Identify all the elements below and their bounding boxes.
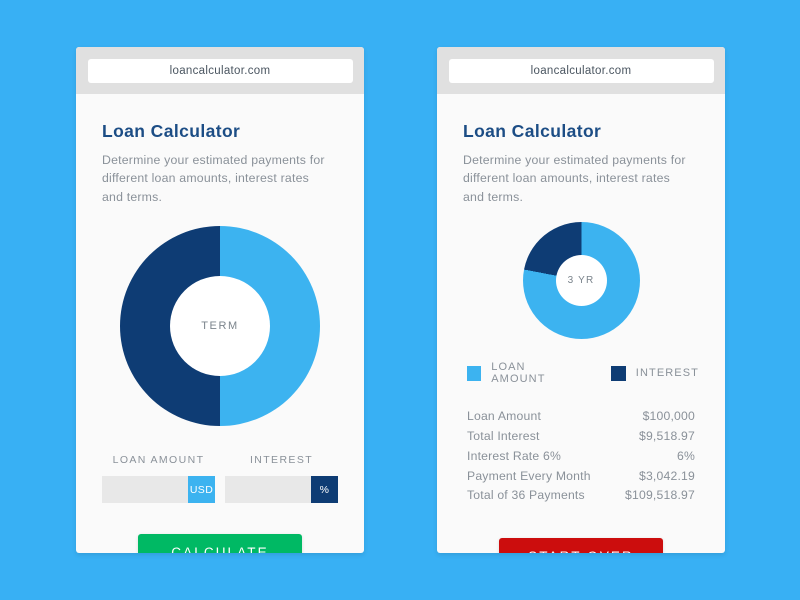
loan-amount-currency-badge: USD — [188, 476, 215, 504]
url-text: loancalculator.com — [169, 64, 271, 77]
interest-input[interactable] — [225, 482, 311, 497]
phone-card-results: loancalculator.com Loan Calculator Deter… — [437, 47, 725, 553]
loan-input-fields: LOAN AMOUNT USD INTEREST % — [102, 454, 338, 504]
loan-amount-field-group: LOAN AMOUNT USD — [102, 454, 215, 504]
result-value: $109,518.97 — [625, 488, 695, 503]
result-label: Payment Every Month — [467, 468, 591, 483]
loan-amount-label: LOAN AMOUNT — [112, 454, 205, 467]
result-label: Total of 36 Payments — [467, 488, 585, 503]
browser-chrome-right: loancalculator.com — [437, 47, 725, 94]
legend-label-loan-amount: LOAN AMOUNT — [491, 361, 546, 386]
result-value: $9,518.97 — [638, 429, 695, 444]
legend-item-interest: INTEREST — [610, 361, 699, 385]
donut-center-label-term-years: 3 YR — [555, 255, 607, 307]
table-row: Payment Every Month $3,042.19 — [467, 467, 695, 487]
legend-label-interest: INTEREST — [635, 367, 699, 380]
calculate-button[interactable]: CALCULATE — [138, 534, 302, 553]
donut-center-label-term: TERM — [170, 276, 270, 377]
result-donut-chart-container: 3 YR — [463, 222, 699, 340]
app-content-left: Loan Calculator Determine your estimated… — [76, 94, 364, 553]
term-donut-chart-container: TERM — [102, 226, 338, 427]
result-label: Total Interest — [467, 429, 540, 444]
app-content-right: Loan Calculator Determine your estimated… — [437, 94, 725, 553]
result-value: $100,000 — [642, 409, 695, 424]
table-row: Total of 36 Payments $109,518.97 — [467, 486, 695, 506]
result-value: $3,042.19 — [638, 468, 695, 483]
page-description: Determine your estimated payments for di… — [463, 153, 686, 204]
interest-field-group: INTEREST % — [225, 454, 338, 504]
phone-card-input: loancalculator.com Loan Calculator Deter… — [76, 47, 364, 553]
legend-swatch-interest — [610, 365, 626, 381]
result-donut-chart: 3 YR — [522, 222, 640, 340]
url-text: loancalculator.com — [530, 64, 632, 77]
table-row: Interest Rate 6% 6% — [467, 447, 695, 467]
table-row: Total Interest $9,518.97 — [467, 427, 695, 447]
page-title: Loan Calculator — [102, 121, 241, 141]
interest-label: INTEREST — [249, 454, 314, 467]
interest-input-wrapper[interactable]: % — [225, 476, 338, 504]
result-value: 6% — [676, 448, 695, 463]
page-title: Loan Calculator — [463, 121, 602, 141]
browser-chrome-left: loancalculator.com — [76, 47, 364, 94]
result-label: Interest Rate 6% — [467, 448, 561, 463]
result-label: Loan Amount — [467, 409, 542, 424]
table-row: Loan Amount $100,000 — [467, 407, 695, 427]
term-donut-chart: TERM — [120, 226, 320, 427]
url-bar-right[interactable]: loancalculator.com — [448, 58, 714, 83]
legend-swatch-loan-amount — [467, 365, 482, 381]
loan-amount-input[interactable] — [102, 482, 188, 497]
loan-amount-input-wrapper[interactable]: USD — [102, 476, 215, 504]
start-over-button[interactable]: START OVER — [499, 538, 663, 553]
url-bar-left[interactable]: loancalculator.com — [87, 58, 353, 83]
chart-legend: LOAN AMOUNT INTEREST — [463, 361, 699, 385]
interest-percent-badge: % — [311, 476, 338, 504]
results-table: Loan Amount $100,000 Total Interest $9,5… — [463, 407, 699, 506]
page-description: Determine your estimated payments for di… — [102, 153, 325, 204]
legend-item-loan-amount: LOAN AMOUNT — [467, 361, 579, 385]
